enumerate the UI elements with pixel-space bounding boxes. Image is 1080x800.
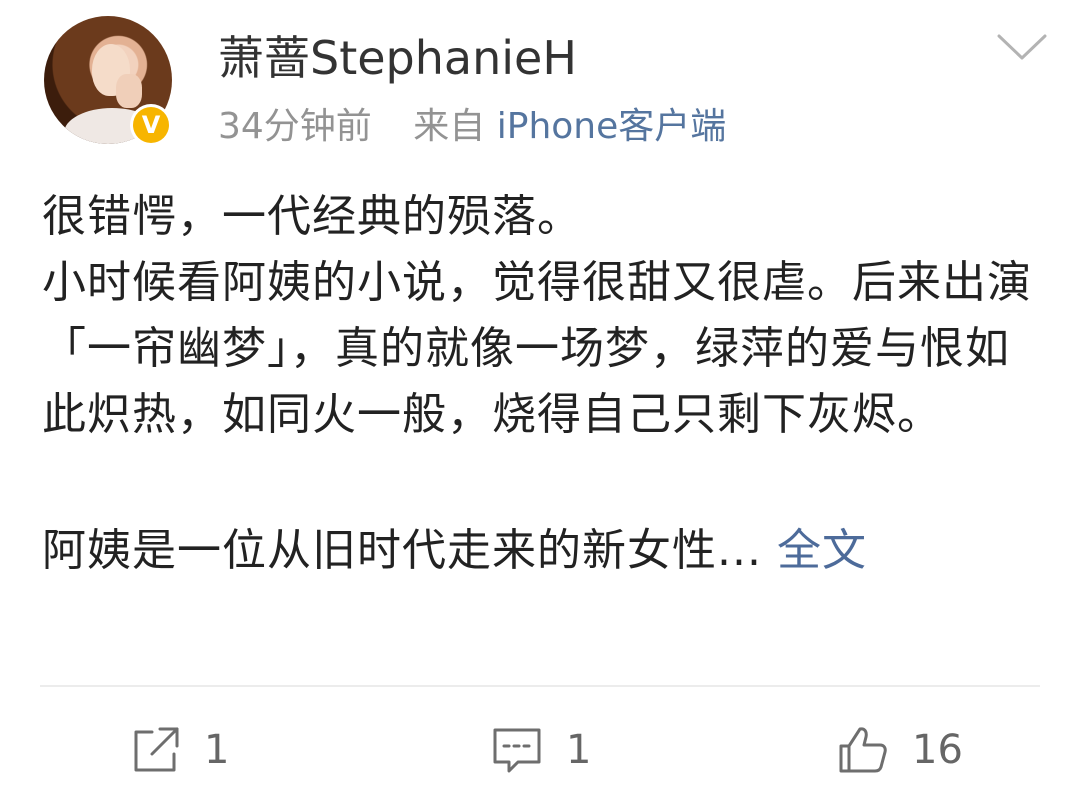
- verified-badge-label: V: [133, 107, 169, 143]
- verified-badge-icon: V: [130, 104, 172, 146]
- content-paragraph-1: 很错愕，一代经典的殒落。: [42, 191, 582, 242]
- divider: [40, 685, 1040, 687]
- comment-count: 1: [566, 727, 592, 773]
- comment-icon: [493, 728, 541, 773]
- avatar-hand: [116, 74, 142, 108]
- author-name[interactable]: 萧蔷StephanieH: [218, 28, 577, 88]
- repost-count: 1: [204, 727, 230, 773]
- content-paragraph-3-row: 阿姨是一位从旧时代走来的新女性... 全文: [42, 518, 1032, 584]
- repost-button[interactable]: 1: [130, 722, 229, 778]
- like-count: 16: [912, 727, 963, 773]
- repost-icon: [134, 727, 179, 772]
- content-paragraph-3: 阿姨是一位从旧时代走来的新女性...: [42, 525, 762, 576]
- like-button[interactable]: 16: [836, 722, 963, 778]
- post-time: 34分钟前: [218, 106, 372, 147]
- content-paragraph-2: 小时候看阿姨的小说，觉得很甜又很虐。后来出演「一帘幽梦」，真的就像一场梦，绿萍的…: [42, 257, 1032, 440]
- thumbs-up-icon: [839, 727, 887, 773]
- weibo-post: V 萧蔷StephanieH 34分钟前 来自 iPhone客户端 很错愕，一代…: [0, 0, 1080, 800]
- full-text-link[interactable]: 全文: [777, 525, 867, 576]
- post-content: 很错愕，一代经典的殒落。 小时候看阿姨的小说，觉得很甜又很虐。后来出演「一帘幽梦…: [42, 184, 1032, 584]
- post-meta: 34分钟前 来自 iPhone客户端: [218, 102, 726, 152]
- comment-button[interactable]: 1: [490, 722, 591, 778]
- chevron-down-icon[interactable]: [996, 32, 1048, 62]
- post-source-link[interactable]: iPhone客户端: [497, 106, 727, 147]
- source-prefix: 来自: [413, 106, 486, 147]
